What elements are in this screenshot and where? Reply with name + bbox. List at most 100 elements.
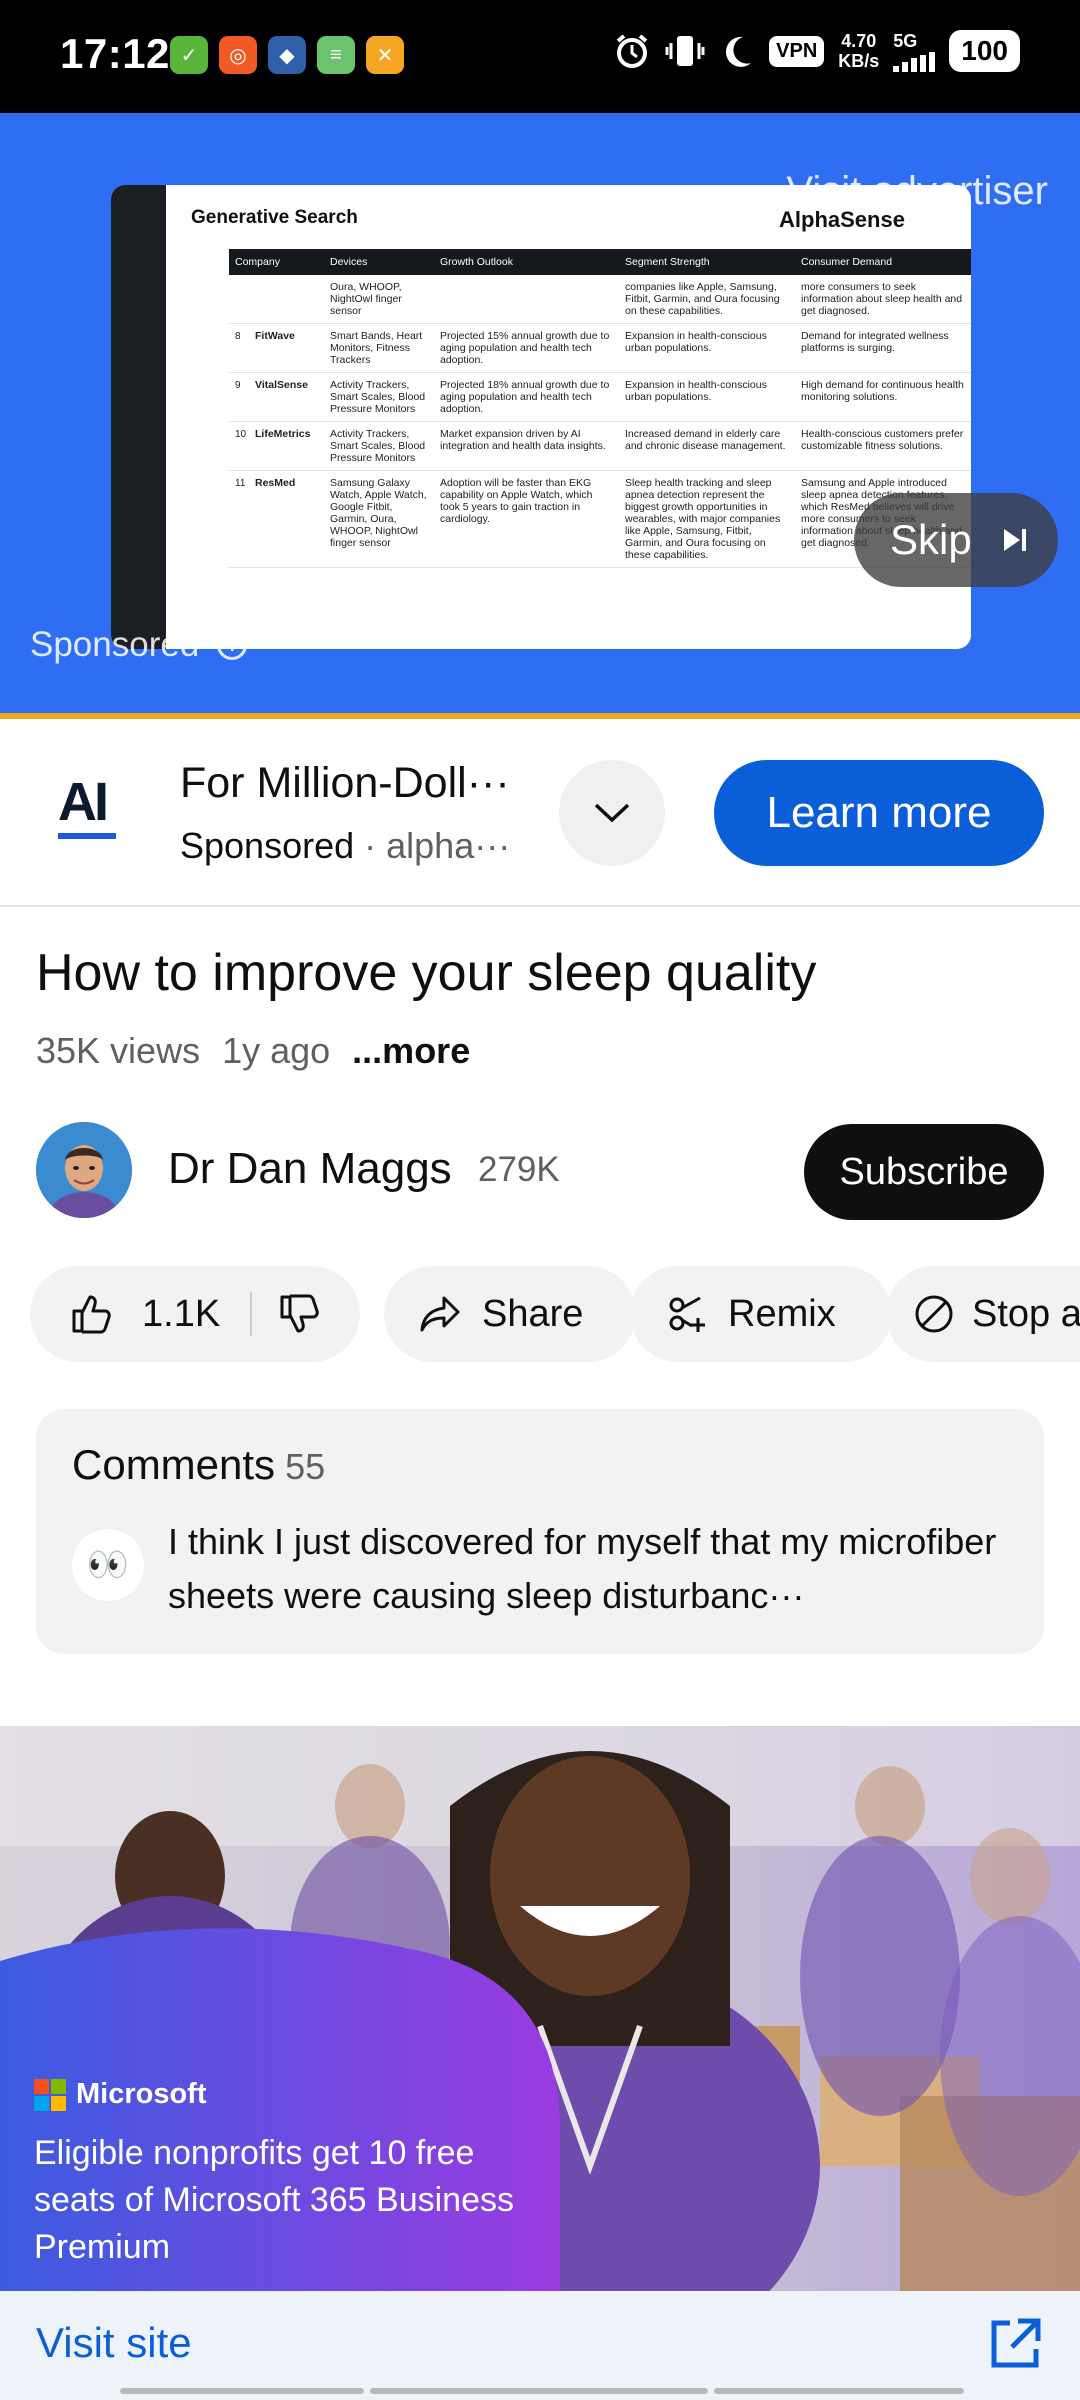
more-link[interactable]: ...more <box>352 1030 470 1072</box>
sponsored-overlay[interactable]: Sponsored i <box>30 625 248 665</box>
microsoft-label: Microsoft <box>76 2078 207 2110</box>
ad-subtitle: Sponsored · alpha··· <box>180 825 510 867</box>
carousel-progress <box>120 2388 964 2394</box>
green-tool-icon: ≡ <box>317 36 355 74</box>
skip-next-icon <box>1003 529 1026 551</box>
block-icon <box>915 1295 953 1333</box>
comments-count: 55 <box>285 1446 326 1487</box>
share-label: Share <box>482 1292 584 1335</box>
ad-banner[interactable]: AI For Million-Doll··· Sponsored · alpha… <box>0 719 1080 907</box>
mockup-title: Generative Search <box>191 207 358 228</box>
table-header: Growth Outlook <box>434 249 619 275</box>
video-title[interactable]: How to improve your sleep quality <box>36 943 816 1003</box>
like-count[interactable]: 1.1K <box>142 1293 220 1336</box>
top-comment-text: I think I just discovered for myself tha… <box>168 1521 997 1616</box>
table-cell: Activity Trackers, Smart Scales, Blood P… <box>324 421 434 471</box>
table-cell: Market expansion driven by AI integratio… <box>434 421 619 471</box>
channel-name[interactable]: Dr Dan Maggs <box>168 1144 452 1194</box>
learn-more-button[interactable]: Learn more <box>714 760 1044 866</box>
table-cell: 11 ResMed <box>229 470 324 568</box>
action-row: 1.1K Share Remix Stop a <box>30 1266 1080 1362</box>
advertiser-logo: AI <box>58 775 120 841</box>
table-row: 10 LifeMetrics Activity Trackers, Smart Sc… <box>229 421 971 471</box>
channel-avatar[interactable] <box>36 1122 132 1218</box>
remix-label: Remix <box>728 1292 836 1335</box>
visit-site-bar[interactable]: Visit site <box>0 2291 1080 2400</box>
channel-row: Dr Dan Maggs 279K Subscribe <box>36 1122 1044 1220</box>
visit-site-label[interactable]: Visit site <box>36 2319 192 2367</box>
share-icon <box>420 1296 460 1332</box>
table-cell: Health-conscious customers prefer custom… <box>795 421 971 471</box>
skip-label: Skip <box>890 516 972 563</box>
company-name: LifeMetrics <box>255 428 311 440</box>
table-cell: 9 VitalSense <box>229 372 324 422</box>
mockup-sidebar <box>111 185 166 649</box>
logo-underline <box>58 833 116 839</box>
info-icon[interactable]: i <box>217 630 248 660</box>
skip-button[interactable]: Skip <box>854 493 1058 587</box>
table-cell: High demand for continuous health monito… <box>795 372 971 422</box>
table-row: 8 FitWave Smart Bands, Heart Monitors, Fit… <box>229 323 971 373</box>
table-cell: Expansion in health-conscious urban popu… <box>619 372 795 422</box>
table-cell: Expansion in health-conscious urban popu… <box>619 323 795 373</box>
moon-icon <box>726 36 752 67</box>
comments-card[interactable]: Comments 55 👀 I think I just discovered f… <box>36 1409 1044 1654</box>
remix-button[interactable]: Remix <box>630 1266 892 1362</box>
system-status: VPN 4.70 KB/s 5G 100 <box>613 30 1020 72</box>
table-cell: Activity Trackers, Smart Scales, Blood P… <box>324 372 434 422</box>
microsoft-ad-image[interactable]: Microsoft Eligible nonprofits get 10 fre… <box>0 1726 1080 2291</box>
like-divider <box>250 1292 253 1336</box>
visit-advertiser-link[interactable]: Visit advertiser <box>786 169 1048 214</box>
speed-value: 4.70 <box>841 31 877 51</box>
video-meta[interactable]: 35K views 1y ago ...more <box>36 1030 470 1072</box>
subscribe-button[interactable]: Subscribe <box>804 1124 1044 1220</box>
logo-text: AI <box>58 772 109 832</box>
table-cell: 8 FitWave <box>229 323 324 373</box>
stop-ads-button[interactable]: Stop a <box>886 1266 1080 1362</box>
green-app-icon: ✓ <box>170 36 208 74</box>
vpn-badge: VPN <box>769 35 825 67</box>
network-type: 5G <box>893 30 918 51</box>
ad-headline: Eligible nonprofits get 10 free seats of… <box>34 2134 515 2266</box>
table-cell: Projected 18% annual growth due to aging… <box>434 372 619 422</box>
table-cell: Samsung Galaxy Watch, Apple Watch, Googl… <box>324 470 434 568</box>
subscriber-count: 279K <box>478 1150 560 1189</box>
network-speed: 4.70 KB/s <box>838 31 879 71</box>
comments-header: Comments 55 <box>72 1441 325 1489</box>
table-cell: Demand for integrated wellness platforms… <box>795 323 971 373</box>
status-bar: 17:12 ✓ ◎ ◆ ≡ ✕ VPN 4.70 KB/s 5G 100 <box>0 0 1080 113</box>
ad-domain: alpha··· <box>386 825 511 866</box>
thumbs-down-icon[interactable] <box>278 1293 320 1335</box>
commenter-avatar: 👀 <box>72 1529 144 1601</box>
ad-sponsored-label: Sponsored <box>180 825 355 866</box>
speed-unit: KB/s <box>838 51 880 71</box>
row-number: 8 <box>235 331 241 342</box>
chevron-down-icon <box>594 803 630 823</box>
alarm-icon <box>616 34 648 68</box>
external-link-icon[interactable] <box>986 2315 1044 2373</box>
sponsored-label: Sponsored <box>30 625 200 664</box>
table-header: Company <box>229 249 324 275</box>
table-cell: more consumers to seek information about… <box>795 275 971 324</box>
status-time: 17:12 <box>60 30 170 77</box>
like-dislike-pill: 1.1K <box>30 1266 360 1362</box>
remix-icon <box>669 1296 705 1332</box>
table-row: 9 VitalSense Activity Trackers, Smart Scal… <box>229 372 971 422</box>
upload-age: 1y ago <box>222 1030 331 1071</box>
stop-label: Stop a <box>972 1292 1080 1335</box>
table-cell: 10 LifeMetrics <box>229 421 324 471</box>
expand-ad-button[interactable] <box>559 760 665 866</box>
avatar-image <box>36 1122 132 1218</box>
comments-title: Comments <box>72 1441 276 1488</box>
ad-title: For Million-Doll··· <box>180 759 510 807</box>
company-name: FitWave <box>255 330 295 342</box>
orange-tool-icon: ✕ <box>366 36 404 74</box>
table-cell <box>229 275 324 324</box>
view-count: 35K views <box>36 1030 201 1071</box>
ad-video-player[interactable]: Generative Search AlphaSense Company Dev… <box>0 113 1080 717</box>
separator: · <box>354 825 387 866</box>
table-row: Oura, WHOOP, NightOwl finger sensor compa… <box>229 275 971 324</box>
microsoft-logo-icon <box>34 2078 66 2111</box>
thumbs-up-icon[interactable] <box>70 1293 112 1335</box>
share-button[interactable]: Share <box>384 1266 636 1362</box>
